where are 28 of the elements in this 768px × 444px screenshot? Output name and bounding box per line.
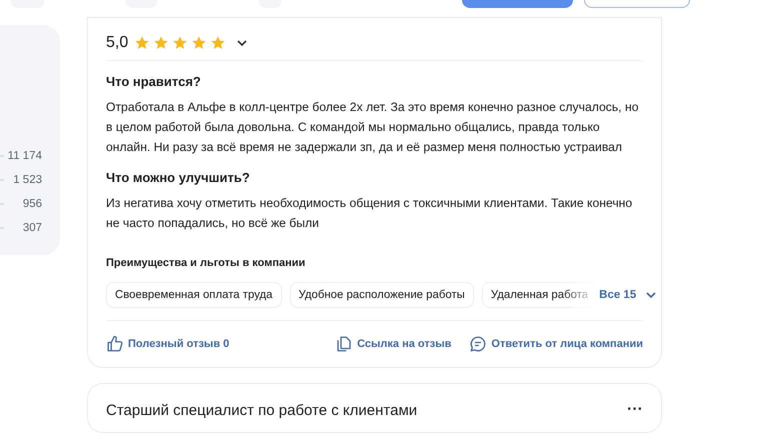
section-heading: Что нравится? [106,73,202,91]
more-menu-button[interactable]: ··· [627,402,643,418]
star-icon [172,35,188,51]
review-count: 307 [22,222,43,234]
benefits-heading: Преимущества и льготы в компании [106,256,306,271]
star-icon [210,35,226,51]
chat-icon [469,335,488,353]
review-text: Отработала в Альфе в колл-центре более 2х лет. За это время конечно разное случалось, но в целом работой была довольна. С командой мы нормально общались, правда только онлайн. Ни разу за всё время не задержали зп, да и её размер меня полностью устраивал [106,99,640,156]
review-count: 1 523 [12,174,43,186]
section-heading: Что можно улучшить? [106,169,251,187]
review-count: 11 174 [6,150,43,162]
thumbs-up-icon [106,335,124,353]
benefit-tag: Удобное расположение работы [290,282,474,308]
review-text: Из негатива хочу отметить необходимость общения с токсичными клиентами. Такие конечно не часто попадались, но всё же были [106,195,634,232]
outline-button[interactable] [584,0,690,8]
review-count: 956 [22,198,43,210]
rating-score: 5,0 [106,34,128,52]
primary-button[interactable] [462,0,573,8]
copy-link-button[interactable]: Ссылка на отзыв [335,335,452,353]
show-all-button[interactable]: Все 15 [597,289,658,301]
helpful-button[interactable]: Полезный отзыв 0 [106,335,230,353]
star-icon [134,35,150,51]
review-title: Старший специалист по работе с клиентами [106,402,418,421]
benefit-tag: Своевременная оплата труда [106,282,282,308]
star-icon [191,35,208,51]
reply-button[interactable]: Ответить от лица компании [469,335,643,353]
copy-icon [335,335,354,353]
star-icon [153,35,170,51]
